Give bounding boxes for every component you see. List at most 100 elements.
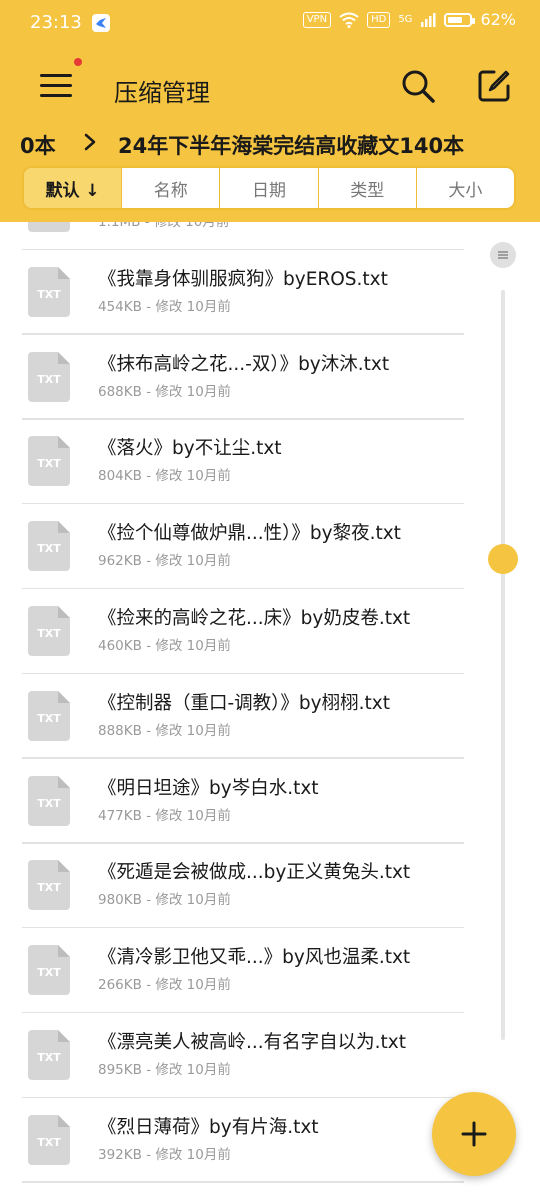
svg-text:TXT: TXT [37,627,61,640]
chevron-right-icon [84,133,96,151]
file-name: 《落火》by不让尘.txt [98,438,282,460]
status-indicators: VPN HD 5G 62% [302,10,516,29]
file-meta: 392KB - 修改 10月前 [98,1143,231,1163]
list-item[interactable]: TXT 《烈日薄荷》by有片海.txt 392KB - 修改 10月前 [0,1099,470,1183]
file-modified: - 修改 10月前 [146,383,231,400]
file-modified: - 修改 10月前 [146,298,231,315]
divider [22,333,464,335]
divider [22,926,464,929]
list-item[interactable]: TXT 《明日坦途》by岑白水.txt 477KB - 修改 10月前 [0,760,470,844]
divider [22,418,464,420]
txt-file-icon: TXT [28,1114,70,1165]
divider [22,842,464,844]
file-name: 《清冷影卫他又乖...》by风也温柔.txt [98,947,411,969]
txt-file-icon: TXT [28,860,70,911]
file-meta: 962KB - 修改 10月前 [98,549,231,569]
svg-text:TXT: TXT [37,288,61,301]
file-name: 《捡来的高岭之花...床》by奶皮卷.txt [98,608,411,629]
vpn-badge: VPN [302,11,332,28]
file-meta: 266KB - 修改 10月前 [98,973,231,993]
list-item[interactable]: TXT 《捡来的高岭之花...床》by奶皮卷.txt 460KB - 修改 10月前 [0,590,470,674]
file-size: 477KB [98,807,142,824]
svg-text:TXT: TXT [37,1136,61,1149]
list-item[interactable]: TXT 《漂亮美人被高岭...有名字自以为.txt 895KB - 修改 10月前 [0,1014,470,1098]
sort-tab-default[interactable]: 默认 ↓ [24,168,123,208]
search-icon[interactable] [400,68,436,104]
file-name: 《漂亮美人被高岭...有名字自以为.txt [98,1032,406,1053]
app-notification-icon [92,14,110,32]
file-meta: 804KB - 修改 10月前 [98,464,231,484]
divider [22,587,464,590]
divider [22,502,464,505]
svg-text:TXT: TXT [37,373,61,386]
sort-tab-name[interactable]: 名称 [122,168,221,208]
list-item[interactable]: TXT 《落火》by不让尘.txt 804KB - 修改 10月前 [0,420,470,505]
txt-file-icon: TXT [28,436,70,487]
svg-text:TXT: TXT [37,712,61,725]
sort-tab-size[interactable]: 大小 [417,168,514,208]
file-meta: 980KB - 修改 10月前 [98,888,231,908]
page-title: 压缩管理 [114,79,210,107]
sort-tab-date[interactable]: 日期 [220,168,319,208]
svg-text:TXT: TXT [37,966,61,979]
file-size: 266KB [98,977,142,994]
file-size: 895KB [98,1062,142,1078]
list-item[interactable]: TXT 1.1MB - 修改 10月前 [0,222,470,250]
list-item[interactable]: TXT 《清冷影卫他又乖...》by风也温柔.txt 266KB - 修改 10月前 [0,929,470,1014]
file-modified: - 修改 10月前 [146,638,231,654]
breadcrumb-previous[interactable]: 0本 [20,130,56,158]
txt-file-icon: TXT [28,266,70,317]
file-size: 888KB [98,722,142,739]
status-time: 23:13 [30,12,82,33]
svg-text:TXT: TXT [37,797,61,810]
hd-badge: HD [367,11,391,28]
scroll-thumb[interactable] [488,544,518,574]
scroll-track[interactable] [501,290,505,1040]
scroll-handle-icon[interactable] [490,242,516,268]
breadcrumb-current[interactable]: 24年下半年海棠完结高收藏文140本 [118,130,464,158]
file-meta: 1.1MB - 修改 10月前 [98,222,229,230]
file-name: 《控制器（重口-调教）》by栩栩.txt [98,692,390,714]
file-name: 《死遁是会被做成...by正义黄兔头.txt [98,862,411,884]
file-meta: 454KB - 修改 10月前 [98,295,231,315]
wifi-icon [339,12,359,28]
file-meta: 460KB - 修改 10月前 [98,634,231,654]
list-item[interactable]: TXT 《控制器（重口-调教）》by栩栩.txt 888KB - 修改 10月前 [0,675,470,759]
svg-text:TXT: TXT [37,881,61,894]
file-size: 804KB [98,468,142,485]
file-modified: - 修改 10月前 [146,977,231,994]
svg-text:TXT: TXT [37,457,61,470]
txt-file-icon: TXT [28,945,70,996]
edit-icon[interactable] [476,68,512,104]
file-size: 392KB [98,1146,142,1163]
file-modified: - 修改 10月前 [146,807,231,824]
list-item[interactable]: TXT 《捡个仙尊做炉鼎...性）》by黎夜.txt 962KB - 修改 10月前 [0,505,470,590]
app-bar: 压缩管理 [0,58,540,118]
file-size: 962KB [98,553,142,570]
file-name: 《我靠身体驯服疯狗》byEROS.txt [98,268,388,290]
txt-file-icon: TXT [28,775,70,826]
list-item[interactable]: TXT 《我靠身体驯服疯狗》byEROS.txt 454KB - 修改 10月前 [0,251,470,335]
list-item[interactable]: TXT 《抹布高岭之花...-双）》by沐沐.txt 688KB - 修改 10月前 [0,336,470,420]
list-item[interactable]: TXT 《死遁是会被做成...by正义黄兔头.txt 980KB - 修改 10月前 [0,844,470,929]
file-name: 《抹布高岭之花...-双）》by沐沐.txt [98,353,390,375]
file-modified: - 修改 10月前 [146,1146,231,1163]
divider [22,672,464,674]
network-type: 5G [398,14,413,25]
file-modified: - 修改 10月前 [146,722,231,739]
divider [22,757,464,759]
sort-tab-type[interactable]: 类型 [319,168,417,208]
file-meta: 895KB - 修改 10月前 [98,1058,231,1078]
txt-file-icon: TXT [28,521,70,572]
svg-text:TXT: TXT [37,542,61,555]
txt-file-icon: TXT [28,351,70,402]
signal-icon [421,12,436,27]
file-modified: - 修改 10月前 [146,468,231,485]
file-size: 454KB [98,298,142,315]
file-name: 《烈日薄荷》by有片海.txt [98,1116,319,1138]
file-size: 460KB [98,638,142,654]
menu-icon[interactable] [40,72,72,100]
divider [22,1011,464,1014]
add-button[interactable] [432,1092,516,1176]
file-modified: - 修改 10月前 [146,1062,231,1078]
